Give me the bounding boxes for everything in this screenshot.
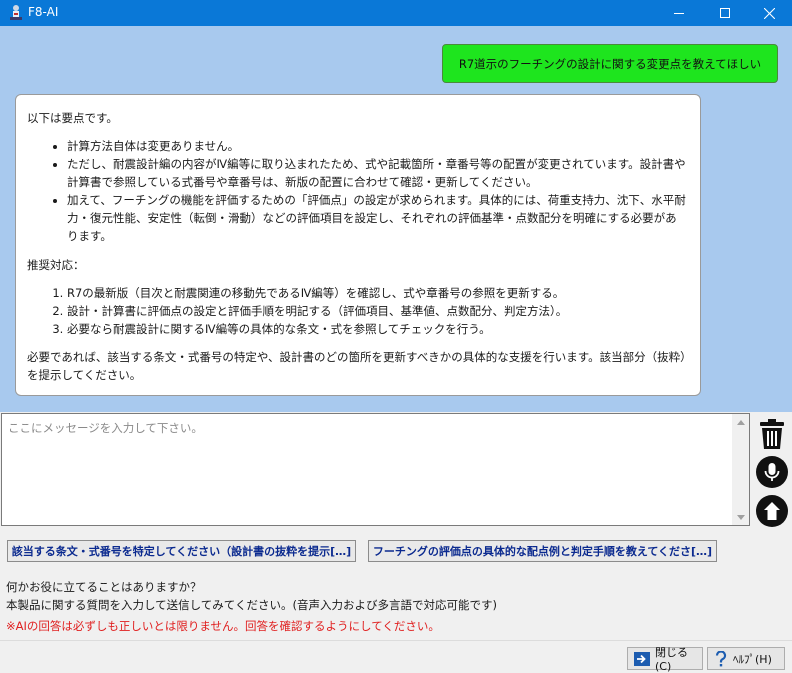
suggestion-button-2[interactable]: フーチングの評価点の具体的な配点例と判定手順を教えてくださ[…] <box>368 540 717 562</box>
minimize-button[interactable] <box>656 0 702 26</box>
trash-icon <box>759 419 785 453</box>
microphone-icon <box>756 456 788 492</box>
ai-bullet-list: 計算方法自体は変更ありません。 ただし、耐震設計編の内容がⅣ編等に取り込まれたた… <box>27 137 688 245</box>
ai-response-bubble: 以下は要点です。 計算方法自体は変更ありません。 ただし、耐震設計編の内容がⅣ編… <box>15 94 701 396</box>
list-item: R7の最新版（目次と耐震関連の移動先であるⅣ編等）を確認し、式や章番号の参照を更… <box>67 284 688 302</box>
help-prompt-text: 何かお役に立てることはありますか？ <box>6 580 202 594</box>
ai-closing: 必要であれば、該当する条文・式番号の特定や、設計書のどの箇所を更新すべきかの具体… <box>27 350 686 382</box>
close-button-label: 閉じる(C) <box>655 646 688 673</box>
message-input-container <box>1 413 750 526</box>
message-input[interactable] <box>2 414 734 525</box>
clear-chat-button[interactable] <box>756 419 788 453</box>
input-scrollbar[interactable] <box>732 414 749 525</box>
suggestion-button-1[interactable]: 該当する条文・式番号を特定してください（設計書の抜粋を提示[…] <box>7 540 356 562</box>
send-arrow-icon <box>756 495 788 531</box>
list-item: 計算方法自体は変更ありません。 <box>67 137 688 155</box>
ai-steps-list: R7の最新版（目次と耐震関連の移動先であるⅣ編等）を確認し、式や章番号の参照を更… <box>27 284 688 338</box>
list-item: ただし、耐震設計編の内容がⅣ編等に取り込まれたため、式や記載箇所・章番号等の配置… <box>67 155 688 191</box>
scroll-down-arrow-icon[interactable] <box>732 509 749 525</box>
scroll-up-arrow-icon[interactable] <box>732 414 749 430</box>
window-title: F8-AI <box>28 5 59 19</box>
question-mark-icon <box>714 650 728 667</box>
ai-disclaimer-text: ※AIの回答は必ずしも正しいとは限りません。回答を確認するようにしてください。 <box>6 619 440 633</box>
list-item: 必要なら耐震設計に関するⅣ編等の具体的な条文・式を参照してチェックを行う。 <box>67 320 688 338</box>
help-button[interactable]: ﾍﾙﾌﾟ(H) <box>707 647 785 670</box>
close-window-button[interactable] <box>746 0 792 26</box>
app-logo-icon <box>8 4 24 22</box>
exit-arrow-icon <box>634 651 650 666</box>
ai-intro: 以下は要点です。 <box>27 111 118 125</box>
chat-history[interactable]: R7道示のフーチングの設計に関する変更点を教えてほしい 以下は要点です。 計算方… <box>0 26 792 412</box>
close-button[interactable]: 閉じる(C) <box>627 646 703 673</box>
usage-hint-text: 本製品に関する質問を入力して送信してみてください。(音声入力および多言語で対応可… <box>6 598 497 612</box>
user-message-bubble: R7道示のフーチングの設計に関する変更点を教えてほしい <box>442 44 778 83</box>
ai-recommend-heading: 推奨対応： <box>27 258 85 272</box>
send-button[interactable] <box>756 495 788 531</box>
list-item: 設計・計算書に評価点の設定と評価手順を明記する（評価項目、基準値、点数配分、判定… <box>67 302 688 320</box>
title-bar: F8-AI <box>0 0 792 26</box>
list-item: 加えて、フーチングの機能を評価するための「評価点」の設定が求められます。具体的に… <box>67 191 688 245</box>
maximize-button[interactable] <box>702 0 748 26</box>
voice-input-button[interactable] <box>756 456 788 492</box>
help-button-label: ﾍﾙﾌﾟ(H) <box>733 652 772 666</box>
